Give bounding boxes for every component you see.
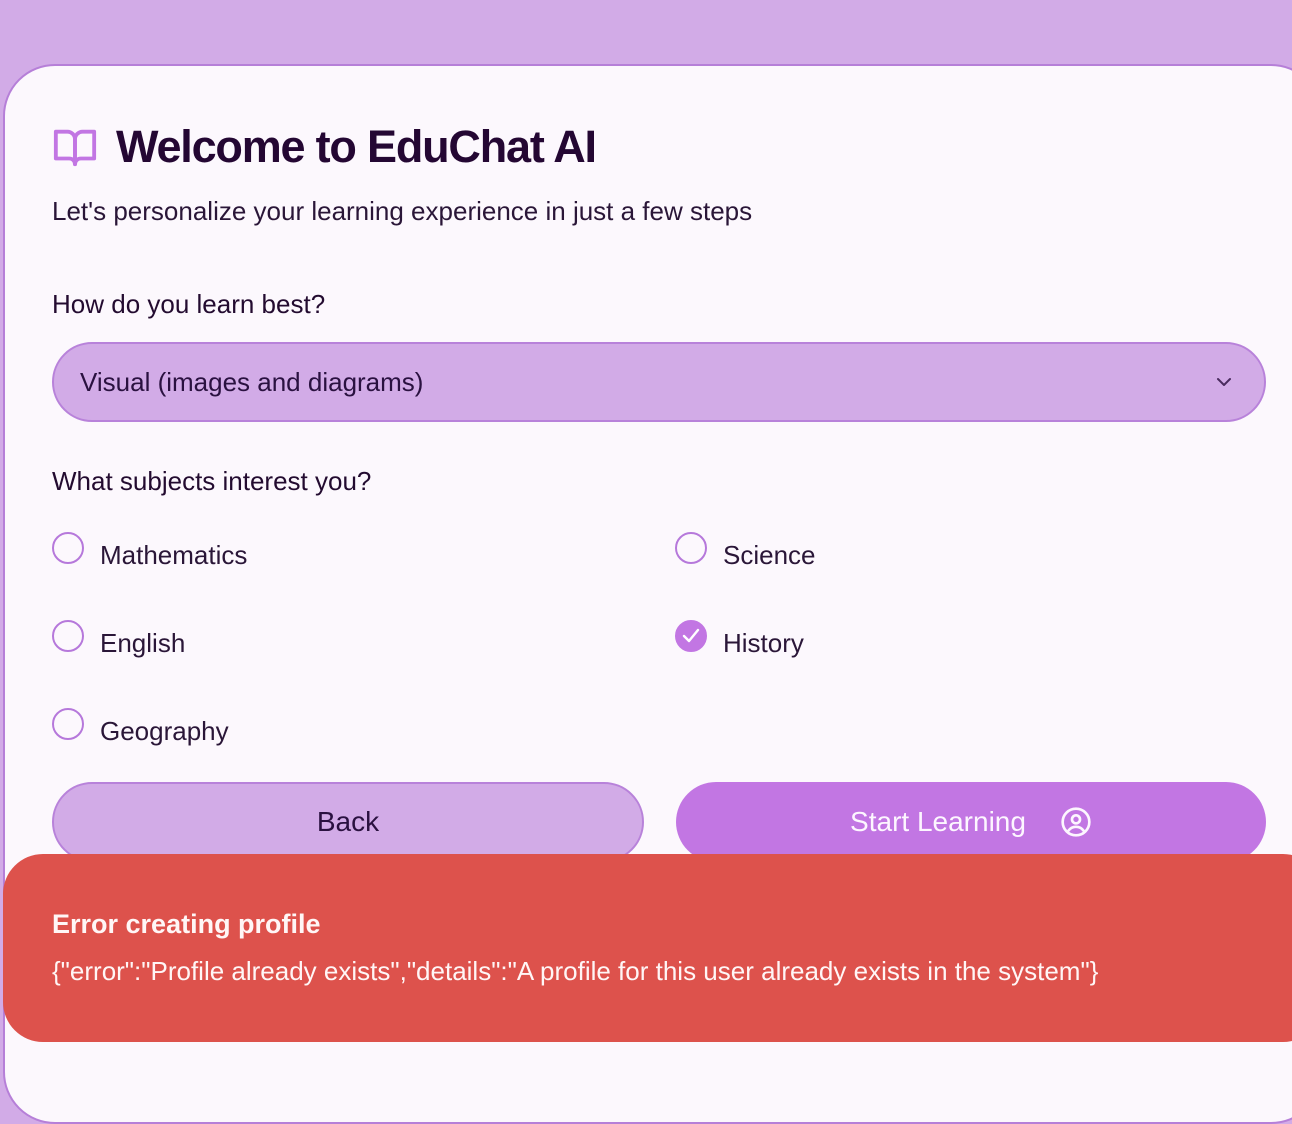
subject-option-english[interactable]: English [52,620,186,659]
subjects-label: What subjects interest you? [52,466,372,496]
subject-label: English [100,628,186,658]
subject-label: Geography [100,716,229,746]
book-open-icon [53,129,97,167]
subject-option-mathematics[interactable]: Mathematics [52,532,248,571]
subject-label: Science [723,540,816,570]
subject-label: Mathematics [100,540,248,570]
check-icon [682,628,700,643]
toast-title: Error creating profile [52,909,321,939]
radio-unchecked[interactable] [52,708,84,740]
page-subtitle: Let's personalize your learning experien… [52,196,753,226]
chevron-down-icon [1217,378,1231,386]
learning-style-label: How do you learn best? [52,289,326,319]
radio-checked[interactable] [675,620,707,652]
back-button[interactable]: Back [52,782,644,862]
subject-label: History [723,628,804,658]
subject-option-geography[interactable]: Geography [52,708,229,747]
page-header: Welcome to EduChat AI [52,118,597,176]
learning-style-value: Visual (images and diagrams) [80,366,424,397]
start-learning-button[interactable]: Start Learning [676,782,1266,862]
start-learning-label: Start Learning [850,806,1026,837]
subject-option-history[interactable]: History [675,620,804,659]
page-title: Welcome to EduChat AI [116,121,597,172]
learning-style-select[interactable]: Visual (images and diagrams) [52,342,1266,422]
radio-unchecked[interactable] [52,620,84,652]
error-toast[interactable]: Error creating profile {"error":"Profile… [3,854,1292,1042]
radio-unchecked[interactable] [52,532,84,564]
user-circle-icon [1061,807,1091,837]
subject-option-science[interactable]: Science [675,532,816,571]
toast-message: {"error":"Profile already exists","detai… [52,956,1099,986]
radio-unchecked[interactable] [675,532,707,564]
